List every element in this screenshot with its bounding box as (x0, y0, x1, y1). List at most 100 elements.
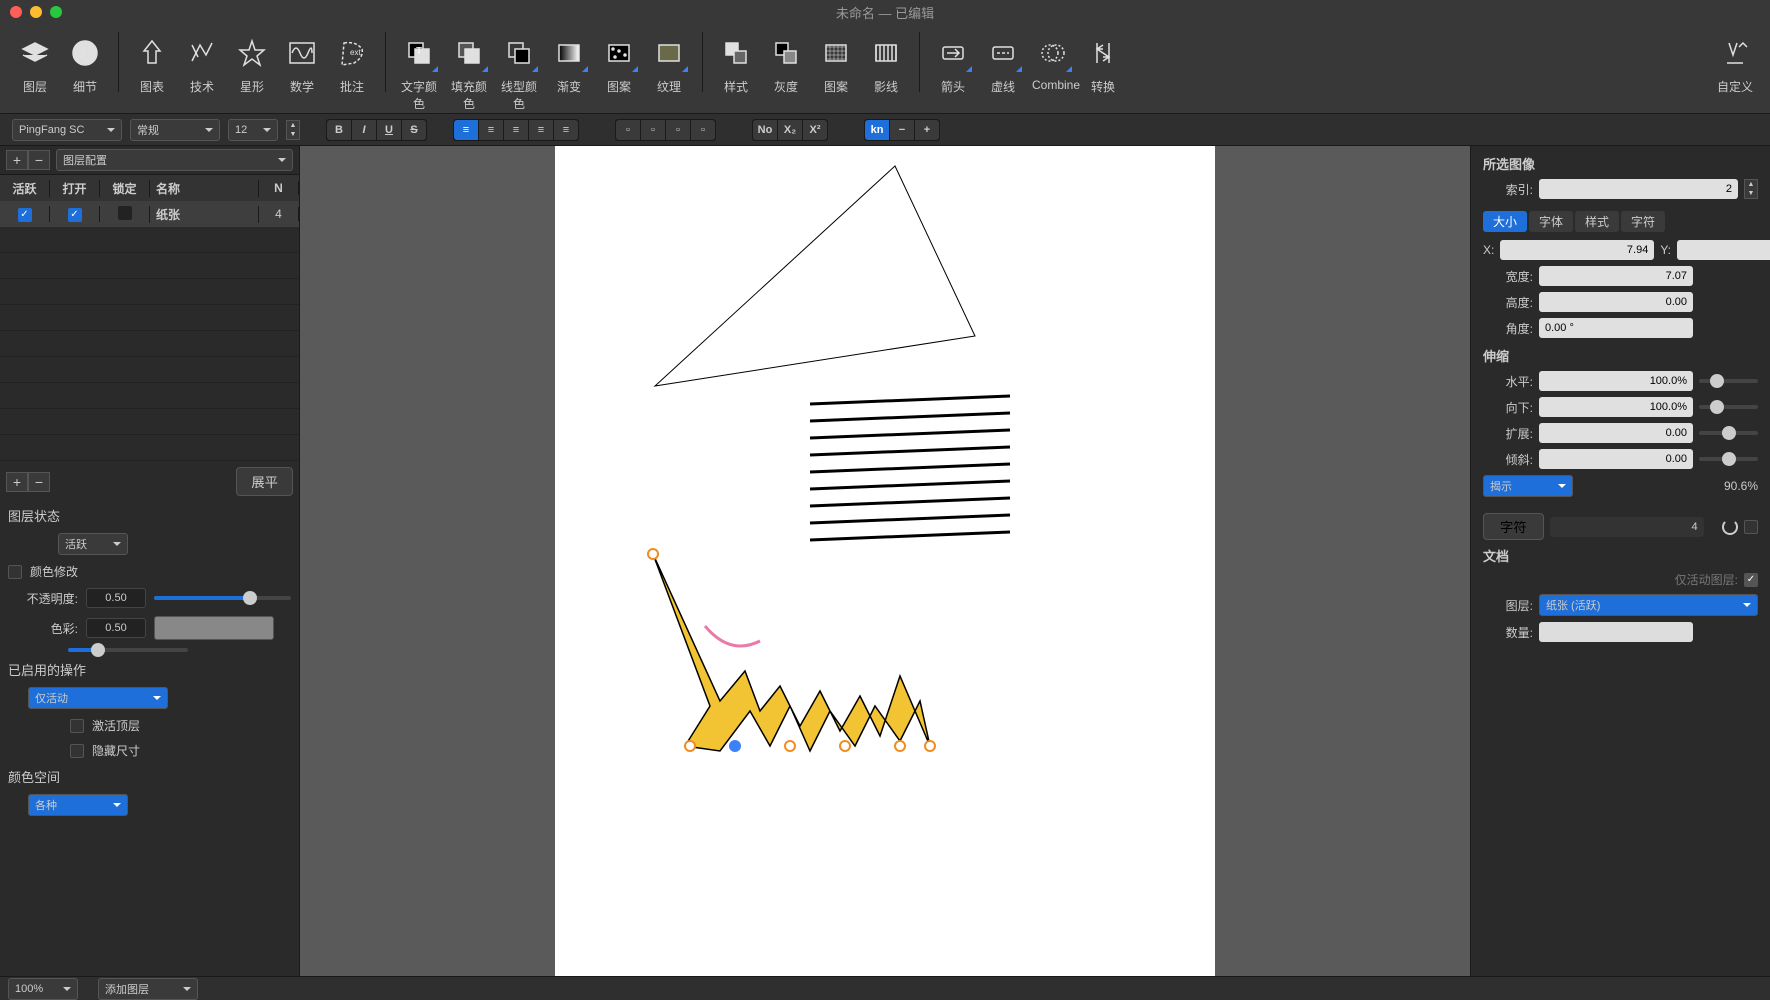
only-active-layer-checkbox[interactable]: ✓ (1744, 573, 1758, 587)
custom-icon[interactable] (1714, 32, 1756, 74)
expand-input[interactable] (1539, 423, 1693, 443)
close-window-button[interactable] (10, 6, 22, 18)
tab-font[interactable]: 字体 (1529, 211, 1573, 232)
kern-plus-button[interactable]: + (915, 120, 939, 140)
italic-button[interactable]: I (352, 120, 376, 140)
canvas[interactable] (555, 146, 1215, 976)
text-color-icon[interactable]: T (398, 32, 440, 74)
star-icon[interactable] (231, 32, 273, 74)
flatten-button[interactable]: 展平 (236, 467, 293, 496)
color-swatch[interactable] (154, 616, 274, 640)
arrange-4-button[interactable]: ▫ (691, 120, 715, 140)
chart-icon[interactable] (131, 32, 173, 74)
char-checkbox[interactable] (1744, 520, 1758, 534)
arrange-1-button[interactable]: ▫ (616, 120, 640, 140)
fill-color-icon[interactable] (448, 32, 490, 74)
header-active: 活跃 (0, 180, 50, 197)
color-input[interactable] (86, 618, 146, 638)
underline-button[interactable]: U (377, 120, 401, 140)
activate-top-checkbox[interactable] (70, 719, 84, 733)
angle-input[interactable] (1539, 318, 1693, 338)
layer-sel-dropdown[interactable]: 纸张 (活跃) (1539, 594, 1758, 616)
x-input[interactable] (1500, 240, 1654, 260)
align-justify-button[interactable]: ≡ (529, 120, 553, 140)
detail-icon[interactable]: d (64, 32, 106, 74)
display-dropdown[interactable]: 揭示 (1483, 475, 1573, 497)
horiz-slider[interactable] (1699, 379, 1758, 383)
y-input[interactable] (1677, 240, 1770, 260)
transform-icon[interactable] (1082, 32, 1124, 74)
arrange-2-button[interactable]: ▫ (641, 120, 665, 140)
subscript-button[interactable]: X₂ (778, 120, 802, 140)
tab-style[interactable]: 样式 (1575, 211, 1619, 232)
hatch-icon[interactable] (865, 32, 907, 74)
index-stepper[interactable]: ▲▼ (1744, 179, 1758, 199)
add-layer-button[interactable]: + (6, 150, 28, 170)
vert-slider[interactable] (1699, 405, 1758, 409)
no-script-button[interactable]: No (753, 120, 777, 140)
reload-icon[interactable] (1722, 519, 1738, 535)
layers-icon[interactable] (14, 32, 56, 74)
tab-char[interactable]: 字符 (1621, 211, 1665, 232)
arrange-3-button[interactable]: ▫ (666, 120, 690, 140)
opacity-input[interactable] (86, 588, 146, 608)
color-mod-checkbox[interactable] (8, 565, 22, 579)
pattern2-icon[interactable] (815, 32, 857, 74)
color-slider[interactable] (68, 648, 188, 652)
font-size-stepper[interactable]: ▲▼ (286, 120, 300, 140)
annotate-icon[interactable]: ext (331, 32, 373, 74)
style-icon[interactable] (715, 32, 757, 74)
kern-minus-button[interactable]: − (890, 120, 914, 140)
minimize-window-button[interactable] (30, 6, 42, 18)
kn-button[interactable]: kn (865, 120, 889, 140)
dashed-icon[interactable] (982, 32, 1024, 74)
tech-icon[interactable] (181, 32, 223, 74)
open-checkbox[interactable]: ✓ (68, 208, 82, 222)
char-input[interactable] (1550, 517, 1704, 537)
gradient-icon[interactable] (548, 32, 590, 74)
remove-layer-button[interactable]: − (28, 150, 50, 170)
active-checkbox[interactable]: ✓ (18, 208, 32, 222)
maximize-window-button[interactable] (50, 6, 62, 18)
tab-size[interactable]: 大小 (1483, 211, 1527, 232)
align-distribute-button[interactable]: ≡ (554, 120, 578, 140)
font-family-dropdown[interactable]: PingFang SC (12, 119, 122, 141)
add-layer-dropdown[interactable]: 添加图层 (98, 978, 198, 1000)
colorspace-dropdown[interactable]: 各种 (28, 794, 128, 816)
opacity-slider[interactable] (154, 596, 291, 600)
grayscale-icon[interactable] (765, 32, 807, 74)
only-active-dropdown[interactable]: 仅活动 (28, 687, 168, 709)
layer-row-paper[interactable]: ✓ ✓ 纸张 4 (0, 201, 299, 227)
remove-state-button[interactable]: − (28, 472, 50, 492)
vert-input[interactable] (1539, 397, 1693, 417)
skew-slider[interactable] (1699, 457, 1758, 461)
lock-checkbox[interactable] (118, 206, 132, 220)
index-input[interactable] (1539, 179, 1738, 199)
layer-config-dropdown[interactable]: 图层配置 (56, 149, 293, 171)
horiz-input[interactable] (1539, 371, 1693, 391)
bold-button[interactable]: B (327, 120, 351, 140)
line-color-icon[interactable] (498, 32, 540, 74)
align-center-button[interactable]: ≡ (479, 120, 503, 140)
texture-icon[interactable] (648, 32, 690, 74)
align-right-button[interactable]: ≡ (504, 120, 528, 140)
font-weight-dropdown[interactable]: 常规 (130, 119, 220, 141)
skew-input[interactable] (1539, 449, 1693, 469)
zoom-dropdown[interactable]: 100% (8, 978, 78, 1000)
expand-slider[interactable] (1699, 431, 1758, 435)
pattern-icon[interactable] (598, 32, 640, 74)
math-icon[interactable] (281, 32, 323, 74)
count-input[interactable] (1539, 622, 1693, 642)
arrow-icon[interactable] (932, 32, 974, 74)
align-left-button[interactable]: ≡ (454, 120, 478, 140)
active-state-dropdown[interactable]: 活跃 (58, 533, 128, 555)
hide-size-checkbox[interactable] (70, 744, 84, 758)
superscript-button[interactable]: X² (803, 120, 827, 140)
add-state-button[interactable]: + (6, 472, 28, 492)
strike-button[interactable]: S (402, 120, 426, 140)
font-size-dropdown[interactable]: 12 (228, 119, 278, 141)
char-button[interactable]: 字符 (1483, 513, 1544, 540)
combine-icon[interactable] (1032, 32, 1074, 74)
height-input[interactable] (1539, 292, 1693, 312)
width-input[interactable] (1539, 266, 1693, 286)
